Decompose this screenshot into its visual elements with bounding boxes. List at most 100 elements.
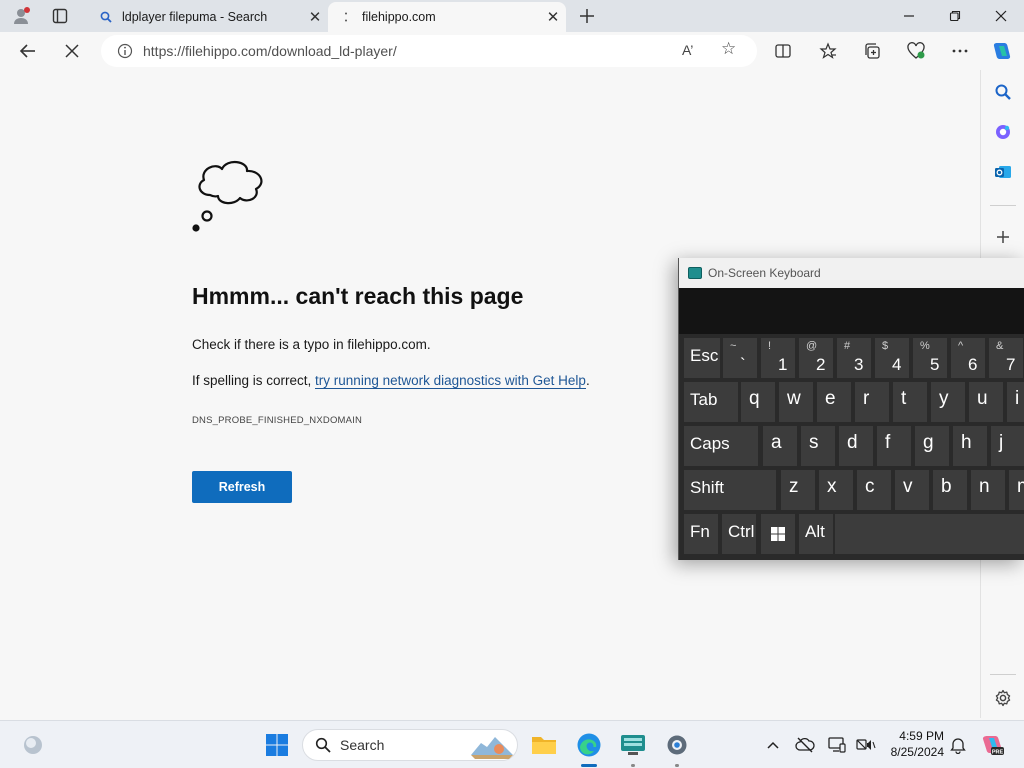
- back-button[interactable]: [15, 38, 41, 64]
- osk-key-4[interactable]: $4: [875, 338, 909, 378]
- collections-icon[interactable]: [859, 38, 885, 64]
- osk-key-6[interactable]: ^ 6: [951, 338, 985, 378]
- osk-key-r[interactable]: r: [855, 382, 889, 422]
- copilot-icon[interactable]: [989, 38, 1015, 64]
- osk-key-5[interactable]: % 5: [913, 338, 947, 378]
- key-label: a: [771, 432, 782, 453]
- url-text: https://filehippo.com/download_ld-player…: [143, 43, 397, 59]
- copilot-sidebar-icon[interactable]: [991, 120, 1015, 144]
- osk-key-q[interactable]: q: [741, 382, 775, 422]
- key-shift-label: &: [996, 340, 1004, 352]
- widgets-icon[interactable]: [19, 731, 47, 759]
- split-screen-icon[interactable]: [770, 38, 796, 64]
- svg-text:PRE: PRE: [992, 749, 1004, 755]
- close-tab-icon[interactable]: ✕: [302, 8, 328, 26]
- stop-loading-button[interactable]: [59, 38, 85, 64]
- osk-key-esc[interactable]: Esc: [684, 338, 720, 378]
- osk-key-`[interactable]: ~ `: [723, 338, 757, 378]
- edge-icon[interactable]: [575, 731, 603, 759]
- osk-key-alt[interactable]: Alt: [799, 514, 833, 554]
- diagnostics-link[interactable]: try running network diagnostics with Get…: [315, 373, 586, 389]
- tab-actions-icon[interactable]: [48, 4, 72, 28]
- osk-key-tab[interactable]: Tab: [684, 382, 738, 422]
- new-tab-icon[interactable]: [575, 4, 599, 28]
- key-label: j: [999, 432, 1004, 453]
- add-sidebar-app-icon[interactable]: [991, 225, 1015, 249]
- osk-key-u[interactable]: u: [969, 382, 1003, 422]
- osk-key-fn[interactable]: Fn: [684, 514, 718, 554]
- osk-key-m[interactable]: m: [1009, 470, 1024, 510]
- osk-key-t[interactable]: t: [893, 382, 927, 422]
- osk-key-space[interactable]: [835, 514, 1024, 554]
- osk-key-e[interactable]: e: [817, 382, 851, 422]
- notification-bell-icon[interactable]: [944, 731, 972, 759]
- osk-key-y[interactable]: y: [931, 382, 965, 422]
- browser-toolbar: https://filehippo.com/download_ld-player…: [0, 32, 1024, 70]
- key-label: s: [809, 432, 819, 453]
- settings-icon[interactable]: [663, 731, 691, 759]
- osk-key-w[interactable]: w: [779, 382, 813, 422]
- site-info-icon[interactable]: [115, 41, 135, 61]
- close-tab-icon[interactable]: ✕: [540, 8, 566, 26]
- on-screen-keyboard-window[interactable]: On-Screen Keyboard Esc ~ `! 1 @2 #3 $4% 5 ^ 6 & 7 Ta…: [678, 258, 1024, 560]
- osk-title-bar[interactable]: On-Screen Keyboard: [679, 258, 1024, 288]
- taskbar-search-box[interactable]: Search: [302, 729, 518, 761]
- on-screen-keyboard-taskbar-icon[interactable]: [619, 731, 647, 759]
- osk-key-a[interactable]: a: [763, 426, 797, 466]
- key-label: r: [863, 388, 870, 409]
- search-icon[interactable]: [991, 80, 1015, 104]
- osk-key-3[interactable]: #3: [837, 338, 871, 378]
- osk-key-ctrl[interactable]: Ctrl: [722, 514, 756, 554]
- osk-key-1[interactable]: ! 1: [761, 338, 795, 378]
- key-label: g: [923, 432, 934, 453]
- osk-key-caps[interactable]: Caps: [684, 426, 758, 466]
- diagnostics-suffix: .: [585, 373, 590, 388]
- refresh-button[interactable]: Refresh: [192, 471, 292, 503]
- osk-key-z[interactable]: z: [781, 470, 815, 510]
- outlook-icon[interactable]: [991, 160, 1015, 184]
- osk-key-h[interactable]: h: [953, 426, 987, 466]
- osk-key-c[interactable]: c: [857, 470, 891, 510]
- key-shift-label: ^: [958, 340, 964, 352]
- read-aloud-icon[interactable]: A’: [682, 42, 693, 58]
- osk-key-2[interactable]: @2: [799, 338, 833, 378]
- osk-key-windows[interactable]: [761, 514, 795, 554]
- key-label: 6: [968, 355, 978, 374]
- display-icon[interactable]: [823, 731, 851, 759]
- tab-filehippo[interactable]: filehippo.com ✕: [328, 2, 566, 32]
- minimize-button[interactable]: [886, 0, 932, 32]
- osk-key-shift[interactable]: Shift: [684, 470, 776, 510]
- copilot-preview-icon[interactable]: PRE: [979, 731, 1007, 759]
- address-bar[interactable]: https://filehippo.com/download_ld-player…: [101, 35, 757, 67]
- edge-active-indicator: [581, 764, 597, 767]
- osk-key-x[interactable]: x: [819, 470, 853, 510]
- osk-key-j[interactable]: j: [991, 426, 1024, 466]
- chevron-up-icon[interactable]: [759, 731, 787, 759]
- settings-more-icon[interactable]: [947, 38, 973, 64]
- file-explorer-icon[interactable]: [530, 731, 558, 759]
- osk-key-s[interactable]: s: [801, 426, 835, 466]
- key-label: c: [865, 476, 875, 497]
- network-volume-icon[interactable]: [852, 731, 880, 759]
- browser-essentials-icon[interactable]: [903, 38, 929, 64]
- osk-key-d[interactable]: d: [839, 426, 873, 466]
- osk-key-n[interactable]: n: [971, 470, 1005, 510]
- favorite-star-icon[interactable]: ☆: [721, 39, 736, 59]
- profile-icon[interactable]: [9, 4, 33, 28]
- gear-icon[interactable]: [991, 686, 1015, 710]
- cloud-offline-icon[interactable]: [791, 731, 819, 759]
- favorites-icon[interactable]: [815, 38, 841, 64]
- system-clock[interactable]: 4:59 PM 8/25/2024: [884, 728, 944, 760]
- osk-key-f[interactable]: f: [877, 426, 911, 466]
- tab-search[interactable]: ldplayer filepuma - Search ✕: [88, 2, 328, 32]
- close-window-button[interactable]: [978, 0, 1024, 32]
- start-icon[interactable]: [263, 731, 291, 759]
- osk-key-v[interactable]: v: [895, 470, 929, 510]
- osk-key-b[interactable]: b: [933, 470, 967, 510]
- osk-key-g[interactable]: g: [915, 426, 949, 466]
- restore-button[interactable]: [932, 0, 978, 32]
- settings-running-indicator: [675, 764, 679, 767]
- osk-key-i[interactable]: i: [1007, 382, 1024, 422]
- osk-key-7[interactable]: & 7: [989, 338, 1023, 378]
- search-highlight-icon: [471, 737, 513, 759]
